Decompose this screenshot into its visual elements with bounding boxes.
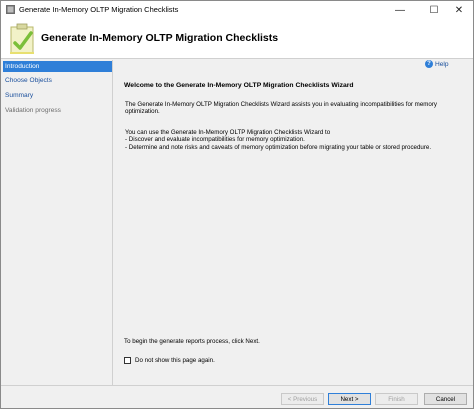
usage-line-1: You can use the Generate In-Memory OLTP …: [125, 129, 331, 136]
help-label: Help: [435, 60, 449, 68]
wizard-header: Generate In-Memory OLTP Migration Checkl…: [1, 19, 473, 59]
title-bar: Generate In-Memory OLTP Migration Checkl…: [1, 1, 473, 19]
begin-instruction: To begin the generate reports process, c…: [124, 338, 260, 345]
usage-paragraph: You can use the Generate In-Memory OLTP …: [125, 129, 460, 151]
window-title: Generate In-Memory OLTP Migration Checkl…: [19, 5, 179, 14]
usage-line-3: - Determine and note risks and caveats o…: [125, 143, 432, 151]
intro-line-2: optimization.: [125, 108, 160, 116]
clipboard-check-icon: [10, 23, 34, 54]
nav-step-summary[interactable]: Summary: [3, 90, 112, 101]
cancel-button[interactable]: Cancel: [424, 393, 467, 405]
help-icon: ?: [425, 60, 433, 68]
intro-paragraph: The Generate In-Memory OLTP Migration Ch…: [125, 101, 460, 116]
wizard-title: Generate In-Memory OLTP Migration Checkl…: [41, 32, 279, 44]
finish-button[interactable]: Finish: [375, 393, 418, 405]
app-icon: [6, 5, 15, 14]
do-not-show-label: Do not show this page again.: [135, 357, 215, 364]
nav-step-choose-objects[interactable]: Choose Objects: [3, 75, 112, 86]
nav-step-validation-progress: Validation progress: [5, 107, 61, 114]
wizard-footer: < Previous Next > Finish Cancel: [1, 385, 473, 408]
wizard-window: Generate In-Memory OLTP Migration Checkl…: [0, 0, 474, 409]
do-not-show-checkbox-row[interactable]: Do not show this page again.: [124, 357, 215, 364]
minimize-button[interactable]: —: [385, 1, 415, 19]
close-button[interactable]: ✕: [444, 1, 473, 19]
welcome-heading: Welcome to the Generate In-Memory OLTP M…: [124, 82, 354, 89]
nav-step-introduction[interactable]: Introduction: [3, 61, 112, 72]
previous-button[interactable]: < Previous: [281, 393, 324, 405]
wizard-content: ? Help Welcome to the Generate In-Memory…: [113, 60, 473, 385]
intro-line-1: The Generate In-Memory OLTP Migration Ch…: [125, 101, 438, 108]
wizard-steps-nav: Introduction Choose Objects Summary Vali…: [1, 60, 112, 385]
help-link[interactable]: ? Help: [425, 60, 449, 68]
usage-line-2: - Discover and evaluate incompatibilitie…: [125, 136, 305, 144]
do-not-show-checkbox[interactable]: [124, 357, 131, 364]
next-button[interactable]: Next >: [328, 393, 371, 405]
